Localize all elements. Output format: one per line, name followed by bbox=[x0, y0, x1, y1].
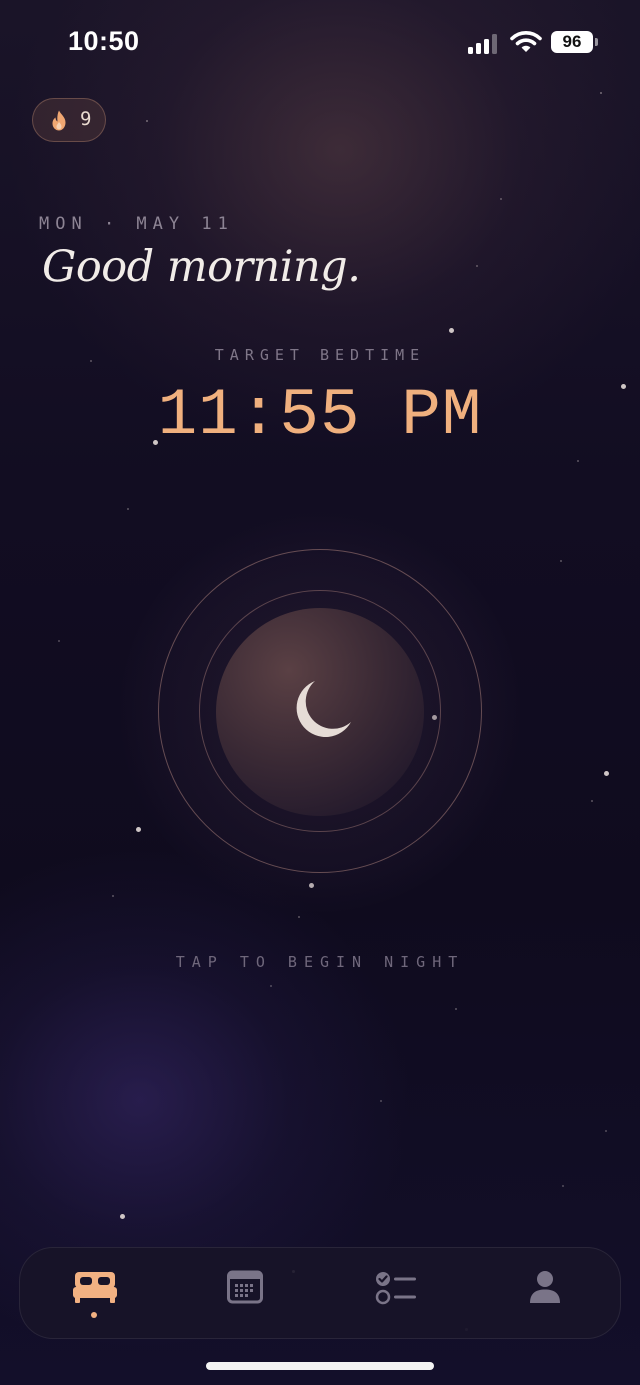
tab-bar bbox=[19, 1247, 621, 1339]
star bbox=[560, 560, 562, 562]
star bbox=[127, 508, 129, 510]
streak-badge[interactable]: 9 bbox=[32, 98, 106, 142]
target-bedtime-label: TARGET BEDTIME bbox=[214, 346, 426, 364]
greeting-heading: Good morning. bbox=[42, 242, 361, 292]
tab-calendar[interactable] bbox=[170, 1248, 320, 1338]
begin-night-button[interactable] bbox=[216, 608, 424, 816]
streak-count: 9 bbox=[80, 108, 92, 130]
star bbox=[605, 1130, 607, 1132]
active-tab-indicator bbox=[91, 1312, 97, 1318]
tab-checklist[interactable] bbox=[320, 1248, 470, 1338]
moon-icon bbox=[296, 681, 351, 737]
star bbox=[591, 800, 593, 802]
battery-indicator: 96 bbox=[551, 31, 593, 53]
bed-icon bbox=[73, 1272, 117, 1303]
star bbox=[380, 1100, 382, 1102]
begin-night-hint: TAP TO BEGIN NIGHT bbox=[175, 953, 465, 971]
profile-icon bbox=[530, 1271, 560, 1303]
tab-sleep[interactable] bbox=[20, 1248, 170, 1338]
star bbox=[562, 1185, 564, 1187]
status-time: 10:50 bbox=[68, 26, 140, 56]
wifi-icon bbox=[510, 31, 542, 52]
tab-profile[interactable] bbox=[470, 1248, 620, 1338]
calendar-icon bbox=[227, 1270, 263, 1304]
star bbox=[577, 460, 579, 462]
star bbox=[600, 92, 602, 94]
battery-tip bbox=[595, 38, 598, 46]
star bbox=[500, 198, 502, 200]
star bbox=[449, 328, 454, 333]
star bbox=[270, 985, 272, 987]
star bbox=[476, 265, 478, 267]
star bbox=[112, 895, 114, 897]
flame-icon bbox=[52, 110, 66, 131]
star bbox=[146, 120, 148, 122]
target-bedtime-value[interactable]: 11:55 PM bbox=[0, 378, 640, 453]
star bbox=[455, 1008, 457, 1010]
checklist-icon bbox=[375, 1272, 416, 1305]
cellular-signal-icon bbox=[468, 34, 500, 54]
star bbox=[604, 771, 609, 776]
star bbox=[298, 916, 300, 918]
star bbox=[136, 827, 141, 832]
date-label: MON · MAY 11 bbox=[39, 214, 234, 234]
home-indicator[interactable] bbox=[206, 1362, 434, 1370]
star bbox=[120, 1214, 125, 1219]
star bbox=[58, 640, 60, 642]
